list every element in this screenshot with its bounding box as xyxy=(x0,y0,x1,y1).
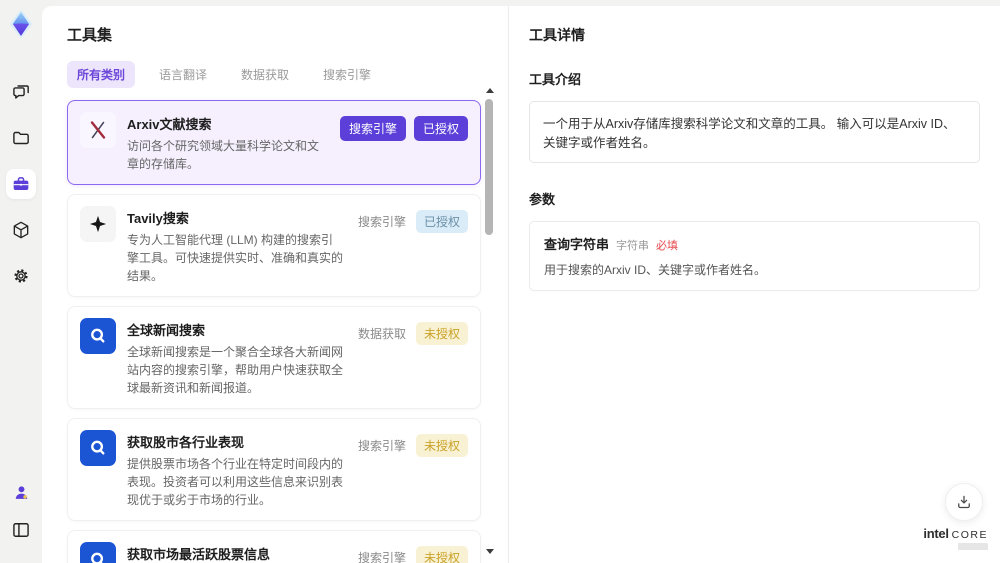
tool-category-label: 数据获取 xyxy=(357,327,406,341)
brand-intel-text: intel xyxy=(923,525,949,541)
tool-description: 全球新闻搜索是一个聚合全球各大新闻网站内容的搜索引擎，帮助用户快速获取全球最新资… xyxy=(127,345,344,395)
brand-sub-badge xyxy=(958,543,988,550)
tool-description: 访问各个研究领域大量科学论文和文章的存储库。 xyxy=(127,139,320,171)
tab-language-translation[interactable]: 语言翻译 xyxy=(149,61,217,88)
tool-card-stock-sectors[interactable]: 获取股市各行业表现 提供股票市场各个行业在特定时间段内的表现。投资者可以利用这些… xyxy=(67,418,481,521)
parameter-description: 用于搜索的Arxiv ID、关键字或作者姓名。 xyxy=(544,263,767,277)
arxiv-icon xyxy=(80,112,116,148)
scroll-up-arrow-icon[interactable] xyxy=(486,88,494,93)
tool-status-badge: 未授权 xyxy=(415,434,468,457)
tool-status-badge: 未授权 xyxy=(415,322,468,345)
tool-card-active-stocks[interactable]: 获取市场最活跃股票信息 提供当天交易量最高的股票列表，投资者可以利用这些信息来识… xyxy=(67,530,481,563)
scrollbar-thumb[interactable] xyxy=(485,99,493,235)
tool-name: Tavily搜索 xyxy=(127,211,189,226)
scroll-down-arrow-icon[interactable] xyxy=(486,549,494,554)
tool-description: 提供股票市场各个行业在特定时间段内的表现。投资者可以利用这些信息来识别表现优于或… xyxy=(127,457,344,507)
download-button[interactable] xyxy=(945,483,983,521)
download-icon xyxy=(958,495,970,509)
parameter-type: 字符串 xyxy=(616,240,650,252)
tavily-icon xyxy=(80,206,116,242)
active-stocks-icon xyxy=(80,542,116,563)
stock-sector-icon xyxy=(80,430,116,466)
page-title: 工具集 xyxy=(67,27,113,44)
parameter-name: 查询字符串 xyxy=(544,237,610,252)
tab-all-categories[interactable]: 所有类别 xyxy=(67,61,136,88)
toolset-pane: 工具集 所有类别 语言翻译 数据获取 搜索引擎 Arxiv文献搜索 访问各个研究… xyxy=(42,6,508,563)
tab-search-engine[interactable]: 搜索引擎 xyxy=(313,61,381,88)
tool-name: 全球新闻搜索 xyxy=(127,323,206,338)
tool-category-label: 搜索引擎 xyxy=(357,215,406,229)
tab-data-fetch[interactable]: 数据获取 xyxy=(231,61,299,88)
brand-core-text: CORE xyxy=(951,528,988,541)
tool-intro-box: 一个用于从Arxiv存储库搜索科学论文和文章的工具。 输入可以是Arxiv ID… xyxy=(529,101,980,163)
tool-category-badge: 搜索引擎 xyxy=(339,116,406,141)
category-tabs: 所有类别 语言翻译 数据获取 搜索引擎 xyxy=(67,61,481,88)
tool-description: 专为人工智能代理 (LLM) 构建的搜索引擎工具。可快速提供实时、准确和真实的结… xyxy=(127,233,344,283)
tool-status-badge: 已授权 xyxy=(413,116,468,141)
tool-status-badge: 已授权 xyxy=(415,210,468,233)
intel-core-logo: intel CORE xyxy=(923,525,988,550)
cube-icon[interactable] xyxy=(6,215,36,245)
params-heading: 参数 xyxy=(529,192,556,207)
tool-list: Arxiv文献搜索 访问各个研究领域大量科学论文和文章的存储库。 搜索引擎 已授… xyxy=(67,100,481,563)
tool-status-badge: 未授权 xyxy=(415,546,468,563)
tool-name: 获取市场最活跃股票信息 xyxy=(127,547,271,562)
tool-details-pane: 工具详情 工具介绍 一个用于从Arxiv存储库搜索科学论文和文章的工具。 输入可… xyxy=(508,6,1000,563)
tool-card-tavily[interactable]: Tavily搜索 专为人工智能代理 (LLM) 构建的搜索引擎工具。可快速提供实… xyxy=(67,194,481,297)
main-panel: 工具集 所有类别 语言翻译 数据获取 搜索引擎 Arxiv文献搜索 访问各个研究… xyxy=(42,6,1000,563)
gear-icon[interactable] xyxy=(6,261,36,291)
tool-name: 获取股市各行业表现 xyxy=(127,435,245,450)
news-search-icon xyxy=(80,318,116,354)
intro-heading: 工具介绍 xyxy=(529,72,582,87)
parameter-required-flag: 必填 xyxy=(656,240,679,252)
tool-category-label: 搜索引擎 xyxy=(357,551,406,563)
tool-card-arxiv[interactable]: Arxiv文献搜索 访问各个研究领域大量科学论文和文章的存储库。 搜索引擎 已授… xyxy=(67,100,481,185)
sidebar xyxy=(0,0,42,563)
user-icon[interactable] xyxy=(6,477,36,507)
panel-toggle-icon[interactable] xyxy=(6,515,36,545)
chat-icon[interactable] xyxy=(6,77,36,107)
list-scrollbar[interactable] xyxy=(485,88,494,554)
tool-card-global-news[interactable]: 全球新闻搜索 全球新闻搜索是一个聚合全球各大新闻网站内容的搜索引擎，帮助用户快速… xyxy=(67,306,481,409)
tool-category-label: 搜索引擎 xyxy=(357,439,406,453)
briefcase-icon[interactable] xyxy=(6,169,36,199)
app-logo-gem-icon[interactable] xyxy=(6,9,36,39)
folder-icon[interactable] xyxy=(6,123,36,153)
detail-title: 工具详情 xyxy=(529,27,585,43)
tool-name: Arxiv文献搜索 xyxy=(127,117,212,132)
parameter-card: 查询字符串 字符串 必填 用于搜索的Arxiv ID、关键字或作者姓名。 xyxy=(529,221,980,291)
